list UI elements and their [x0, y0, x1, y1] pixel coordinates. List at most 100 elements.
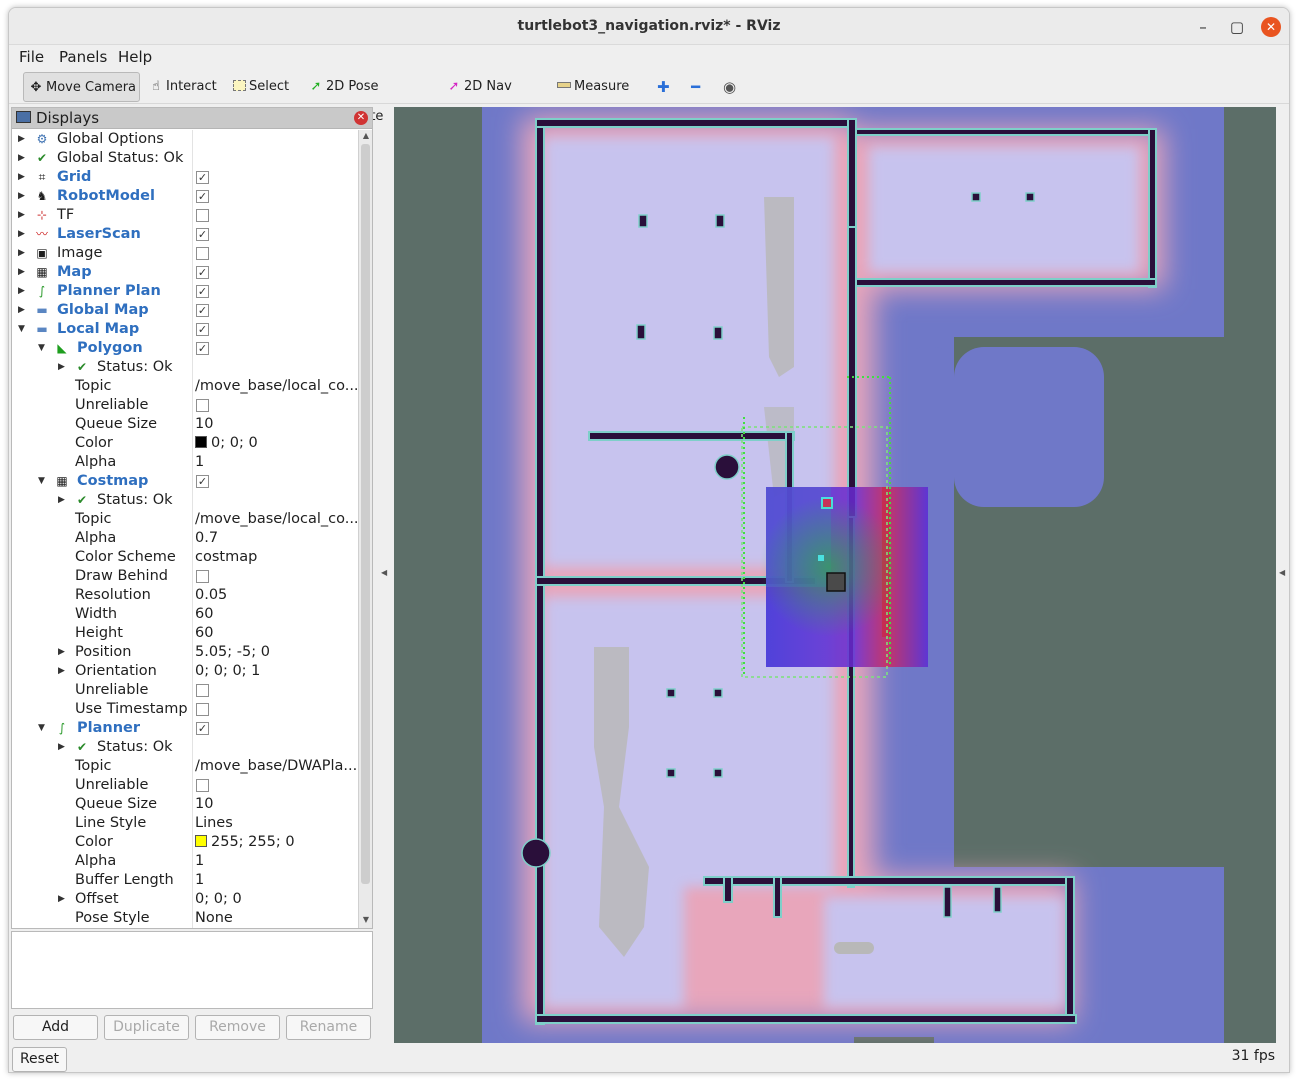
- row-value[interactable]: 60: [195, 605, 213, 624]
- image-checkbox[interactable]: [196, 247, 209, 260]
- row-value[interactable]: 1: [195, 852, 204, 871]
- property-row[interactable]: Topic/move_base/local_co...: [12, 377, 358, 396]
- property-row[interactable]: ▶ Position 5.05; -5; 0: [12, 643, 358, 662]
- tree-row[interactable]: ▶ ∫ Planner Plan ✓: [12, 282, 358, 301]
- row-value[interactable]: 0; 0; 0: [195, 890, 242, 909]
- expand-arrow-icon[interactable]: ▶: [18, 225, 28, 244]
- expand-arrow-icon[interactable]: ▶: [58, 662, 68, 681]
- expand-arrow-icon[interactable]: ▶: [58, 643, 68, 662]
- expand-arrow-icon[interactable]: ▶: [18, 149, 28, 168]
- tree-row[interactable]: ▶ ♞ RobotModel ✓: [12, 187, 358, 206]
- row-value[interactable]: 0.7: [195, 529, 218, 548]
- tree-row[interactable]: ▶ ⊹ TF: [12, 206, 358, 225]
- tree-row[interactable]: ▶ ⚙ Global Options: [12, 130, 358, 149]
- expand-arrow-icon[interactable]: ▶: [18, 206, 28, 225]
- interact-button[interactable]: ☝ Interact: [144, 72, 224, 102]
- row-value[interactable]: /move_base/DWAPla...: [195, 757, 357, 776]
- collapse-arrow-icon[interactable]: ▼: [18, 320, 28, 339]
- row-value[interactable]: 0; 0; 0; 1: [195, 662, 260, 681]
- expand-arrow-icon[interactable]: ▶: [18, 187, 28, 206]
- expand-arrow-icon[interactable]: ▶: [18, 168, 28, 187]
- expand-arrow-icon[interactable]: ▶: [18, 130, 28, 149]
- row-value[interactable]: 1: [195, 871, 204, 890]
- minimize-icon[interactable]: –: [1193, 17, 1213, 37]
- property-row[interactable]: Alpha 1: [12, 453, 358, 472]
- property-row[interactable]: Width 60: [12, 605, 358, 624]
- row-value[interactable]: 1: [195, 453, 204, 472]
- use-timestamp-checkbox[interactable]: [196, 703, 209, 716]
- maximize-icon[interactable]: ▢: [1227, 17, 1247, 37]
- tree-row[interactable]: ▶ ▦ Map ✓: [12, 263, 358, 282]
- tree-row[interactable]: ▶ ▬ Global Map ✓: [12, 301, 358, 320]
- row-value[interactable]: costmap: [195, 548, 257, 567]
- tree-row[interactable]: ▶ ✔ Status: Ok: [12, 491, 358, 510]
- nav-goal-button[interactable]: ➚2D Nav Goal: [442, 72, 542, 124]
- property-row[interactable]: Queue Size 10: [12, 415, 358, 434]
- collapse-arrow-icon[interactable]: ▼: [38, 472, 48, 491]
- property-row[interactable]: Draw Behind: [12, 567, 358, 586]
- add-tool-icon[interactable]: ✚: [657, 78, 670, 96]
- move-camera-button[interactable]: ✥ Move Camera: [23, 72, 140, 102]
- property-row[interactable]: Color Scheme costmap: [12, 548, 358, 567]
- expand-arrow-icon[interactable]: ▶: [18, 244, 28, 263]
- duplicate-button[interactable]: Duplicate: [104, 1015, 189, 1040]
- close-icon[interactable]: ✕: [1261, 17, 1281, 37]
- global-map-checkbox[interactable]: ✓: [196, 304, 209, 317]
- property-row[interactable]: Unreliable: [12, 681, 358, 700]
- expand-arrow-icon[interactable]: ▶: [18, 263, 28, 282]
- row-value[interactable]: 5.05; -5; 0: [195, 643, 270, 662]
- row-value[interactable]: 0.05: [195, 586, 227, 605]
- scroll-up-icon[interactable]: ▲: [359, 131, 373, 143]
- close-panel-icon[interactable]: ✕: [354, 111, 368, 125]
- unreliable-checkbox[interactable]: [196, 684, 209, 697]
- measure-button[interactable]: Measure: [552, 72, 637, 102]
- tree-row[interactable]: ▶ ✔ Global Status: Ok: [12, 149, 358, 168]
- tree-row[interactable]: ▶ ⌗ Grid ✓: [12, 168, 358, 187]
- row-value[interactable]: /move_base/local_co...: [195, 510, 358, 529]
- remove-tool-icon[interactable]: ━: [691, 78, 700, 96]
- planner-plan-checkbox[interactable]: ✓: [196, 285, 209, 298]
- property-row[interactable]: Use Timestamp: [12, 700, 358, 719]
- select-button[interactable]: Select: [227, 72, 297, 102]
- render-viewport[interactable]: [394, 107, 1276, 1043]
- expand-arrow-icon[interactable]: ▶: [58, 491, 68, 510]
- displays-scrollbar[interactable]: ▲ ▼: [358, 130, 372, 928]
- menu-panels[interactable]: Panels: [59, 48, 107, 66]
- property-row[interactable]: Resolution 0.05: [12, 586, 358, 605]
- add-button[interactable]: Add: [13, 1015, 98, 1040]
- property-row[interactable]: ▶ Offset 0; 0; 0: [12, 890, 358, 909]
- local-map-checkbox[interactable]: ✓: [196, 323, 209, 336]
- property-row[interactable]: Buffer Length 1: [12, 871, 358, 890]
- tree-row[interactable]: ▼ ∫ Planner ✓: [12, 719, 358, 738]
- grid-checkbox[interactable]: ✓: [196, 171, 209, 184]
- tree-row[interactable]: ▶ ▣ Image: [12, 244, 358, 263]
- collapse-right-icon[interactable]: ◀: [1279, 568, 1285, 577]
- property-row[interactable]: ▶ Orientation 0; 0; 0; 1: [12, 662, 358, 681]
- expand-arrow-icon[interactable]: ▶: [58, 358, 68, 377]
- collapse-arrow-icon[interactable]: ▼: [38, 339, 48, 358]
- color-value[interactable]: 255; 255; 0: [195, 833, 295, 852]
- menu-help[interactable]: Help: [118, 48, 152, 66]
- property-row[interactable]: Unreliable: [12, 776, 358, 795]
- property-row[interactable]: Color 0; 0; 0: [12, 434, 358, 453]
- reset-button[interactable]: Reset: [12, 1047, 67, 1072]
- expand-arrow-icon[interactable]: ▶: [18, 282, 28, 301]
- property-row[interactable]: Topic/move_base/DWAPla...: [12, 757, 358, 776]
- property-row[interactable]: Unreliable: [12, 396, 358, 415]
- property-row[interactable]: Pose Style None: [12, 909, 358, 928]
- unreliable-checkbox[interactable]: [196, 779, 209, 792]
- robotmodel-checkbox[interactable]: ✓: [196, 190, 209, 203]
- expand-arrow-icon[interactable]: ▶: [58, 738, 68, 757]
- tree-row[interactable]: ▼ ▬ Local Map ✓: [12, 320, 358, 339]
- draw-behind-checkbox[interactable]: [196, 570, 209, 583]
- row-value[interactable]: Lines: [195, 814, 233, 833]
- collapse-left-icon[interactable]: ◀: [381, 568, 387, 577]
- row-value[interactable]: 10: [195, 795, 213, 814]
- tree-row[interactable]: ▼ ◣ Polygon ✓: [12, 339, 358, 358]
- rename-button[interactable]: Rename: [286, 1015, 371, 1040]
- laserscan-checkbox[interactable]: ✓: [196, 228, 209, 241]
- property-row[interactable]: Alpha 1: [12, 852, 358, 871]
- planner-checkbox[interactable]: ✓: [196, 722, 209, 735]
- scroll-thumb[interactable]: [361, 144, 370, 884]
- row-value[interactable]: 60: [195, 624, 213, 643]
